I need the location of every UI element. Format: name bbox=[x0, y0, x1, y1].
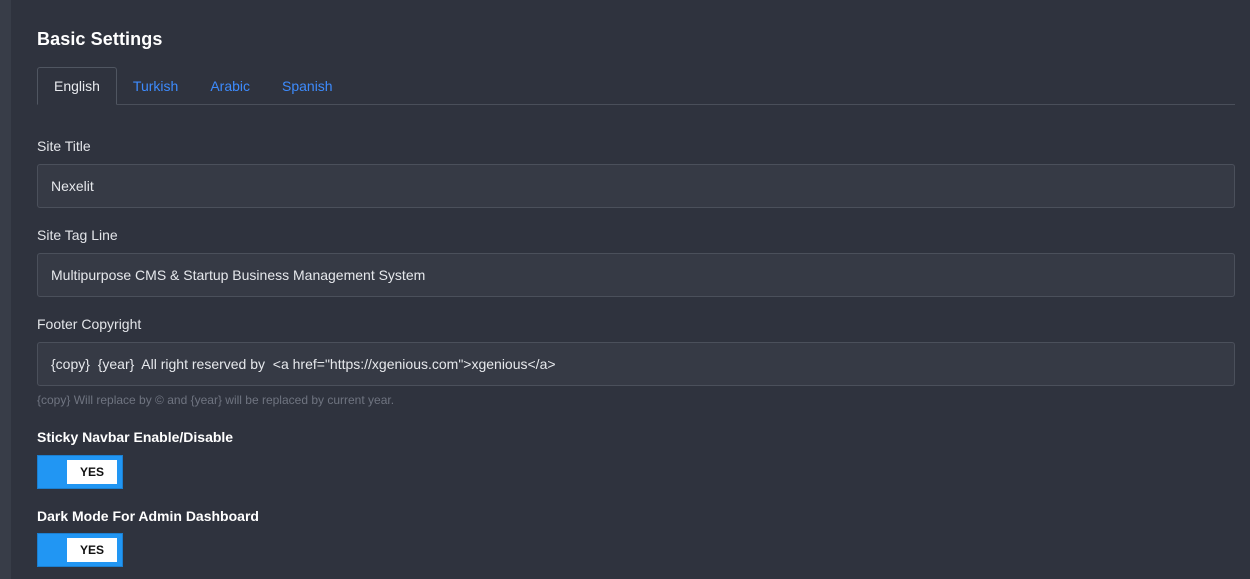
site-title-label: Site Title bbox=[37, 138, 91, 154]
page-title: Basic Settings bbox=[37, 29, 163, 49]
site-tag-line-input[interactable] bbox=[37, 253, 1235, 297]
dark-mode-toggle-state: YES bbox=[67, 538, 117, 562]
sidebar-edge bbox=[0, 0, 11, 579]
footer-copyright-input[interactable] bbox=[37, 342, 1235, 386]
footer-copyright-help: {copy} Will replace by © and {year} will… bbox=[37, 393, 395, 407]
sticky-navbar-toggle-state: YES bbox=[67, 460, 117, 484]
site-tag-line-label: Site Tag Line bbox=[37, 227, 118, 243]
site-title-input[interactable] bbox=[37, 164, 1235, 208]
dark-mode-toggle[interactable]: YES bbox=[37, 533, 123, 567]
tab-turkish[interactable]: Turkish bbox=[117, 67, 194, 104]
tab-arabic[interactable]: Arabic bbox=[194, 67, 266, 104]
tab-spanish[interactable]: Spanish bbox=[266, 67, 349, 104]
sticky-navbar-toggle[interactable]: YES bbox=[37, 455, 123, 489]
tab-english[interactable]: English bbox=[37, 67, 117, 105]
dark-mode-label: Dark Mode For Admin Dashboard bbox=[37, 508, 259, 524]
language-tabs: English Turkish Arabic Spanish bbox=[37, 66, 1235, 105]
footer-copyright-label: Footer Copyright bbox=[37, 316, 142, 332]
settings-page: Basic Settings English Turkish Arabic Sp… bbox=[0, 0, 1250, 579]
sticky-navbar-label: Sticky Navbar Enable/Disable bbox=[37, 429, 234, 445]
